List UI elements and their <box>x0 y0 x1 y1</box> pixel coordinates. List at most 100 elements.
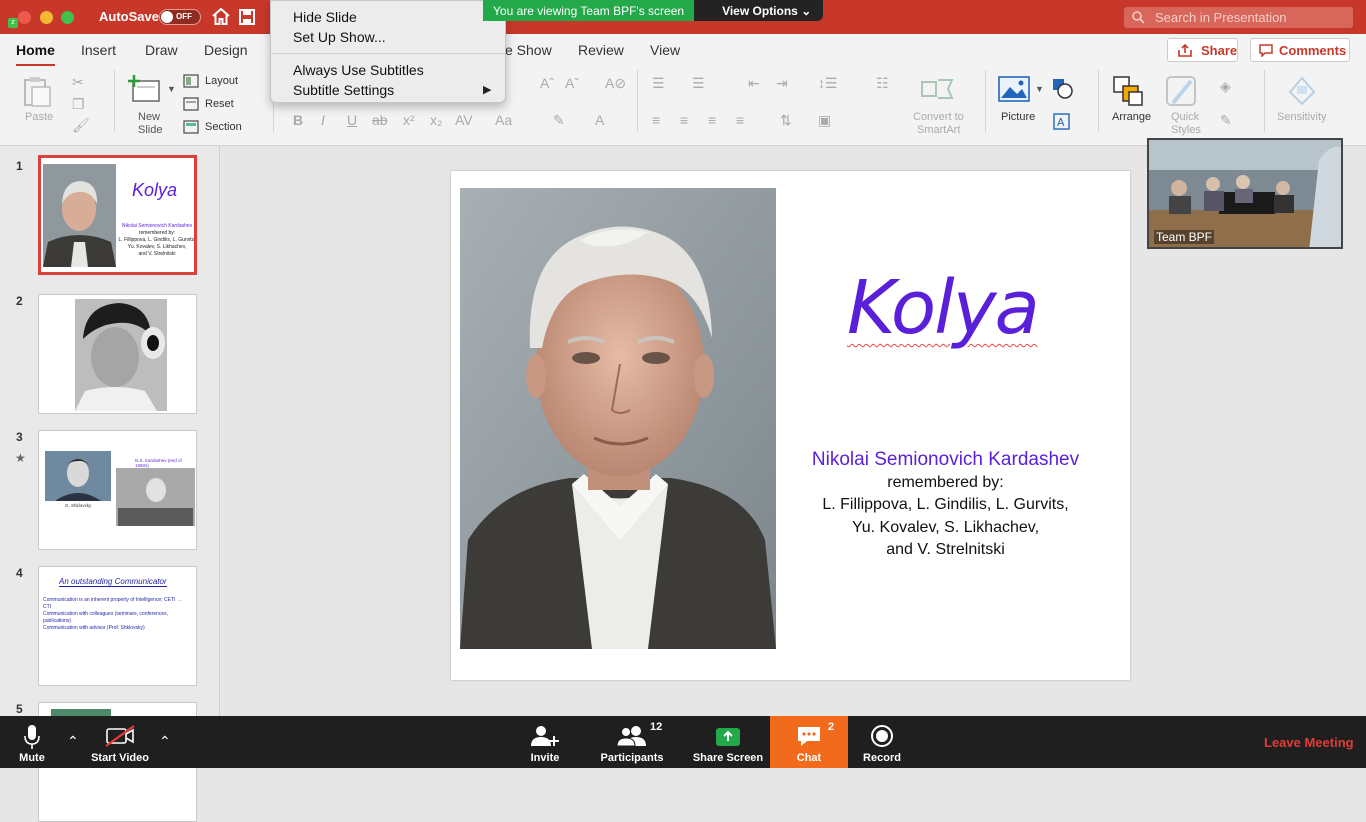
columns-icon[interactable]: ☷ <box>876 75 889 92</box>
submenu-arrow-icon: ▶ <box>483 84 492 96</box>
tab-view[interactable]: View <box>650 42 680 58</box>
menu-item-subtitle-settings[interactable]: Subtitle Settings <box>293 82 394 98</box>
underline-icon[interactable]: U <box>347 112 357 128</box>
format-painter-icon[interactable]: 🖌 <box>72 117 90 134</box>
align-center-icon[interactable]: ≡ <box>680 112 688 128</box>
layout-label[interactable]: Layout <box>205 75 238 87</box>
slide-thumbnail-2[interactable] <box>38 294 197 414</box>
italic-icon[interactable]: I <box>321 112 325 128</box>
picture-icon[interactable] <box>998 76 1030 102</box>
strikethrough-icon[interactable]: ab <box>372 112 388 128</box>
cut-icon[interactable]: ✂ <box>72 74 84 91</box>
start-video-button[interactable]: Start Video <box>84 716 156 768</box>
tab-insert[interactable]: Insert <box>81 42 116 58</box>
quick-styles-label-1: Quick <box>1171 111 1200 123</box>
view-options-button[interactable]: View Options ⌄ <box>694 0 824 21</box>
participants-count: 12 <box>650 721 663 733</box>
bullets-icon[interactable]: ☰ <box>652 75 665 92</box>
highlight-icon[interactable]: ✎ <box>553 112 565 129</box>
quick-styles-label-2: Styles <box>1171 124 1201 136</box>
invite-label: Invite <box>530 752 560 764</box>
layout-icon[interactable] <box>183 74 199 88</box>
align-left-icon[interactable]: ≡ <box>652 112 660 128</box>
tab-design[interactable]: Design <box>204 42 248 58</box>
bold-icon[interactable]: B <box>293 112 303 128</box>
numbering-icon[interactable]: ☰ <box>692 75 705 92</box>
record-button[interactable]: Record <box>856 716 908 768</box>
align-text-icon[interactable]: ▣ <box>818 112 831 129</box>
slide-thumbnail-1[interactable]: Kolya Nikolai Semionovich Kardashev reme… <box>38 155 197 275</box>
portrait-photo[interactable] <box>460 188 776 649</box>
smartart-icon[interactable] <box>920 76 954 102</box>
slide-credit-line: L. Fillippova, L. Gindilis, L. Gurvits, <box>822 496 1069 513</box>
maximize-window-button[interactable] <box>61 11 74 24</box>
minimize-window-button[interactable] <box>40 11 53 24</box>
subscript-icon[interactable]: x₂ <box>430 112 442 128</box>
reset-label[interactable]: Reset <box>205 98 234 110</box>
slide-thumbnail-4[interactable]: An outstanding Communicator Communicatio… <box>38 566 197 686</box>
change-case-icon[interactable]: Aa <box>495 112 512 128</box>
chat-label: Chat <box>796 752 822 764</box>
menu-item-always-use-subtitles[interactable]: Always Use Subtitles <box>293 62 424 78</box>
decrease-indent-icon[interactable]: ⇤ <box>748 75 760 92</box>
comments-button[interactable]: Comments <box>1250 38 1350 62</box>
justify-icon[interactable]: ≡ <box>736 112 744 128</box>
clear-formatting-icon[interactable]: A⊘ <box>605 75 626 92</box>
autosave-toggle[interactable]: OFF <box>159 9 201 25</box>
chevron-up-icon[interactable]: ⌃ <box>159 733 171 750</box>
tab-draw[interactable]: Draw <box>145 42 178 58</box>
arrange-icon[interactable] <box>1112 75 1144 107</box>
close-window-button[interactable] <box>18 11 31 24</box>
menu-item-set-up-show[interactable]: Set Up Show... <box>293 29 386 45</box>
slide-number: 5 <box>16 702 23 716</box>
thumbnail-credit-line: and V. Strelnitski <box>138 251 176 257</box>
text-direction-icon[interactable]: ⇅ <box>780 112 792 129</box>
tab-slide-show[interactable]: e Show <box>505 42 552 58</box>
chevron-down-icon[interactable]: ▼ <box>167 84 176 94</box>
shape-outline-icon[interactable]: ✎ <box>1220 112 1232 129</box>
sensitivity-icon[interactable] <box>1287 74 1317 106</box>
font-color-icon[interactable]: A <box>595 112 604 128</box>
participant-video-tile[interactable]: Team BPF <box>1147 138 1343 249</box>
share-screen-button[interactable]: Share Screen <box>692 716 764 768</box>
invite-button[interactable]: Invite <box>518 716 572 768</box>
new-slide-icon[interactable] <box>128 74 162 104</box>
mute-button[interactable]: Mute <box>4 716 60 768</box>
slide-number: 1 <box>16 159 23 173</box>
share-button[interactable]: Share <box>1167 38 1238 62</box>
slide-thumbnail-3[interactable]: G. Shklovsky N.S. Kardashev (end of 1950… <box>38 430 197 550</box>
home-icon[interactable] <box>212 8 230 25</box>
meeting-controls-bar: Mute ⌃ Start Video ⌃ Invite Participants… <box>0 716 1366 768</box>
leave-meeting-button[interactable]: Leave Meeting <box>1264 735 1354 750</box>
quick-styles-icon[interactable] <box>1165 75 1199 109</box>
superscript-icon[interactable]: x² <box>403 112 415 128</box>
align-right-icon[interactable]: ≡ <box>708 112 716 128</box>
tab-review[interactable]: Review <box>578 42 624 58</box>
save-icon[interactable] <box>239 9 255 25</box>
decrease-font-icon[interactable]: Aˇ <box>565 75 579 91</box>
menu-item-hide-slide[interactable]: Hide Slide <box>293 9 357 25</box>
current-slide[interactable]: Kolya Nikolai Semionovich Kardashev reme… <box>451 171 1130 680</box>
video-participant-name: Team BPF <box>1154 230 1215 244</box>
reset-icon[interactable] <box>183 97 199 111</box>
slide-title[interactable]: Kolya <box>847 265 1040 351</box>
line-spacing-icon[interactable]: ↕☰ <box>818 75 838 92</box>
text-box-icon[interactable]: A <box>1053 113 1070 130</box>
section-icon[interactable] <box>183 120 199 134</box>
section-label[interactable]: Section <box>205 121 242 133</box>
tab-home[interactable]: Home <box>16 42 55 67</box>
divider <box>637 70 638 132</box>
character-spacing-icon[interactable]: AV <box>455 112 473 128</box>
slide-credits[interactable]: Nikolai Semionovich Kardashev remembered… <box>781 449 1110 562</box>
video-off-icon <box>105 725 135 747</box>
chevron-up-icon[interactable]: ⌃ <box>67 733 79 750</box>
shapes-icon[interactable] <box>1052 78 1074 100</box>
increase-indent-icon[interactable]: ⇥ <box>776 75 788 92</box>
chat-button[interactable]: Chat <box>770 716 848 768</box>
increase-font-icon[interactable]: Aˆ <box>540 75 554 91</box>
search-input[interactable]: Search in Presentation <box>1124 7 1353 28</box>
chevron-down-icon[interactable]: ▼ <box>1035 84 1044 94</box>
shape-fill-icon[interactable]: ◈ <box>1220 78 1231 95</box>
copy-icon[interactable]: ❐ <box>72 96 85 113</box>
paste-icon[interactable] <box>22 75 54 107</box>
